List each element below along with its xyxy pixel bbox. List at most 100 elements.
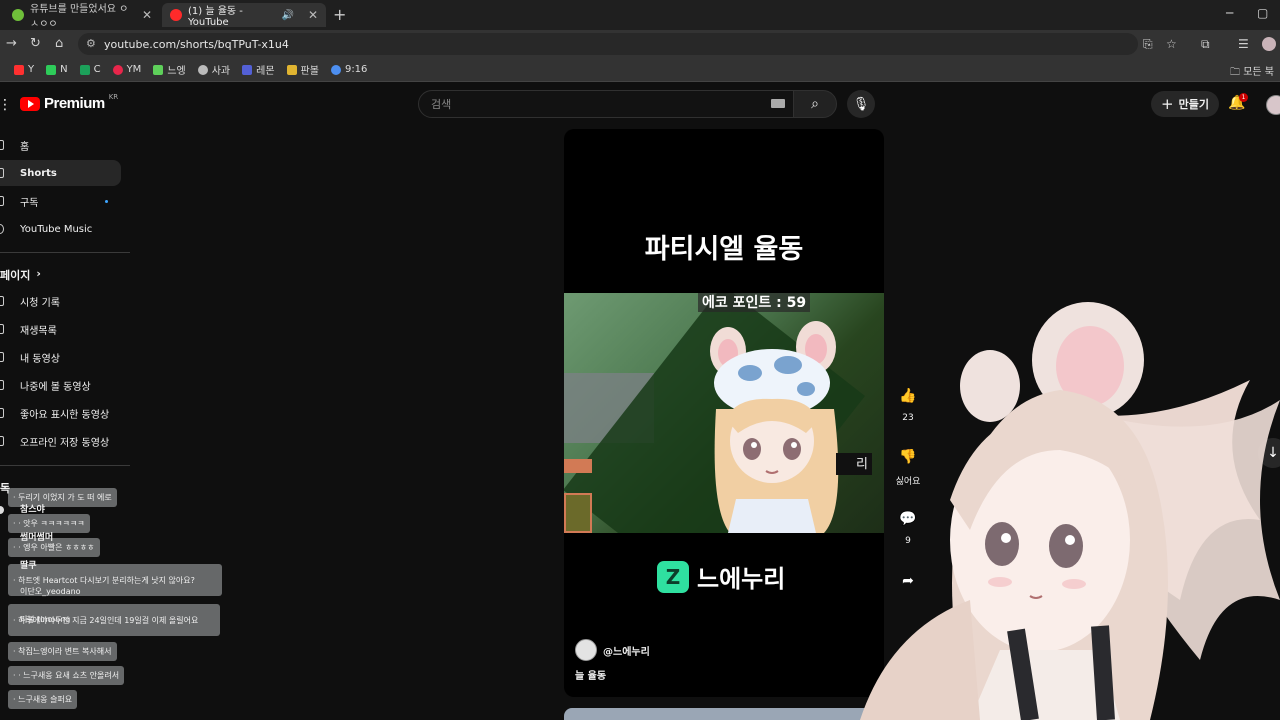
chat-message-text: · · 앗우 ㅋㅋㅋㅋㅋㅋ [13,519,85,528]
sidebar-item-playlists[interactable]: 재생목록 [0,316,121,342]
profile-avatar[interactable] [1262,37,1276,51]
sidebar-item-subscriptions[interactable]: 구독 [0,188,121,214]
bookmark-star-icon[interactable]: ☆ [1166,37,1177,51]
new-tab-button[interactable]: + [333,5,346,24]
minimize-icon[interactable]: ─ [1226,6,1233,20]
sidebar-item-your-videos[interactable]: 내 동영상 [0,344,121,370]
all-bookmarks-folder[interactable]: 🗀 모든 북 [1230,63,1274,82]
bookmark-item[interactable]: 판볼 [286,62,319,77]
youtube-header: ⋮ Premium KR 검색 ⌕ 🎙 + 만들기 🔔 1 [0,83,1280,125]
bookmark-item[interactable]: C [79,64,101,75]
sidebar-item-label: 구독 [20,197,39,209]
search-icon: ⌕ [811,96,819,112]
create-button[interactable]: + 만들기 [1151,91,1219,117]
chevron-right-icon: › [36,267,41,280]
chat-message: · 착집느엥이라 변트 복사해서 [8,642,117,661]
sidebar-item-label: 좋아요 표시한 동영상 [20,409,110,421]
bookmark-item[interactable]: 느엥 [153,62,186,77]
extensions-icon[interactable]: ⧉ [1201,37,1210,52]
sidebar-item-label: Shorts [20,167,57,179]
sidebar-item-home[interactable]: 홈 [0,132,121,158]
history-icon [0,296,4,306]
subscription-channel-name[interactable]: 딸쿠 [20,558,37,571]
sidebar-item-label: YouTube Music [20,223,93,235]
download-icon [0,436,4,446]
bookmark-label: C [93,64,101,75]
search-placeholder: 검색 [431,98,452,111]
reload-icon[interactable]: ↻ [30,36,41,51]
keyboard-icon[interactable] [771,99,785,108]
youtube-favicon-icon [170,9,182,21]
subscription-channel-name[interactable]: 참스야 [20,502,45,515]
install-icon[interactable]: ⎘ [1143,37,1153,52]
youtube-play-icon [20,96,40,111]
your-videos-icon [0,352,4,362]
search-button[interactable]: ⌕ [793,90,837,118]
bookmarks-bar: Y N C YM 느엥 사과 레몬 판볼 9:16 🗀 모든 북 [0,58,1280,82]
forward-icon[interactable]: → [6,36,17,51]
tab-1[interactable]: 유튜브를 만들었서요 ㅇㅅㅇㅇ ✕ [4,3,160,30]
sidebar-item-label: 홈 [20,141,30,153]
sidebar-item-history[interactable]: 시청 기록 [0,288,121,314]
bookmark-item[interactable]: 9:16 [330,64,367,75]
bookmark-favicon-icon [112,64,123,75]
tab-2[interactable]: (1) 늘 율동 - YouTube 🔊 ✕ [162,3,326,28]
bookmark-item[interactable]: 사과 [197,62,230,77]
sidebar-item-downloads[interactable]: 오프라인 저장 동영상 [0,428,121,454]
sidebar-item-label: 재생목록 [20,325,57,337]
channel-info[interactable]: @느에누리 [575,639,650,661]
tab-favicon-icon [12,9,24,21]
channel-name[interactable]: @느에누리 [603,643,650,658]
menu-icon[interactable]: ⋮ [0,97,12,113]
maximize-icon[interactable]: ▢ [1257,6,1268,20]
voice-search-button[interactable]: 🎙 [847,90,875,118]
watch-later-icon [0,380,4,390]
speaker-icon[interactable]: 🔊 [281,10,293,21]
address-bar[interactable]: ⚙ youtube.com/shorts/bqTPuT-x1u4 [78,33,1138,55]
bookmark-item[interactable]: 레몬 [242,62,275,77]
bookmark-item[interactable]: Y [14,64,34,75]
video-overlay-title: 파티시엘 율동 [644,234,804,265]
chat-message-text: · · 엥우 아빨은 ㅎㅎㅎㅎ [13,543,95,552]
brand-watermark: Z 느에누리 [657,559,785,594]
sidebar-item-youtube-music[interactable]: YouTube Music [0,216,121,242]
hud-element [564,459,592,473]
logo-text: Premium [44,95,105,112]
search-input[interactable]: 검색 [418,90,794,118]
account-avatar[interactable] [1266,95,1280,115]
channel-avatar[interactable] [575,639,597,661]
create-label: 만들기 [1178,98,1209,111]
subscription-channel-name[interactable]: 티붕 timoong [20,614,70,625]
hud-slot [564,493,592,533]
reading-list-icon[interactable]: ☰ [1238,37,1249,51]
browser-toolbar: → ↻ ⌂ ⚙ youtube.com/shorts/bqTPuT-x1u4 ⎘… [0,30,1280,58]
chat-message-text: · · 느구새옹 요새 쇼츠 안올려서 [13,671,120,680]
sidebar-item-liked-videos[interactable]: 좋아요 표시한 동영상 [0,400,121,426]
bookmark-label: YM [126,64,142,75]
site-info-icon[interactable]: ⚙ [86,37,96,50]
shorts-icon [0,168,4,178]
chat-overlay: · 두리기 이었지 가 도 떠 에로 · · 앗우 ㅋㅋㅋㅋㅋㅋ · · 엥우 … [0,480,230,720]
bookmark-item[interactable]: N [46,64,68,75]
channel-avatar[interactable] [0,506,4,514]
bookmark-favicon-icon [14,64,24,75]
bookmark-favicon-icon [153,64,164,75]
sidebar-section-you[interactable]: 페이지 › [0,267,41,283]
sidebar-item-label: 나중에 볼 동영상 [20,381,91,393]
youtube-logo[interactable]: Premium KR [20,93,118,112]
subscription-channel-name[interactable]: 썸머썸머 [20,530,53,543]
close-tab-icon[interactable]: ✕ [308,8,318,22]
brand-logo-icon: Z [657,560,689,593]
video-caption: 에코 포인트 : 59 [698,293,811,312]
new-content-dot [105,200,108,203]
sidebar-item-shorts[interactable]: Shorts [0,160,121,186]
chat-message-text: · 착집느엥이라 변트 복사해서 [13,647,112,656]
section-title: 페이지 [0,269,31,282]
close-tab-icon[interactable]: ✕ [142,8,152,22]
home-icon[interactable]: ⌂ [55,36,63,51]
bookmark-item[interactable]: YM [112,64,142,75]
subscription-channel-name[interactable]: 이단오_yeodano [20,586,81,597]
bookmark-favicon-icon [46,64,57,75]
sidebar-item-watch-later[interactable]: 나중에 볼 동영상 [0,372,121,398]
home-icon [0,140,4,150]
